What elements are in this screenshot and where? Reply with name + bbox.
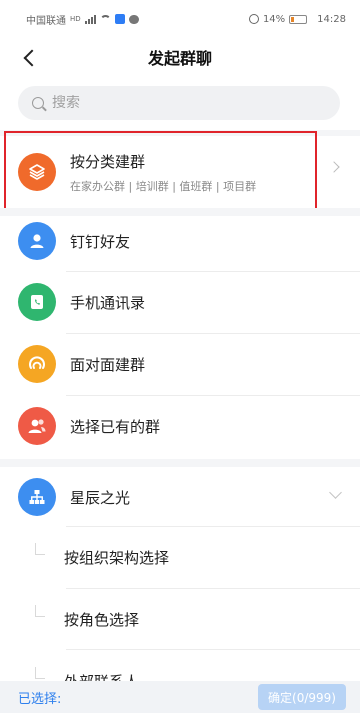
divider	[66, 649, 360, 650]
back-button[interactable]	[14, 43, 44, 73]
option-existing-group[interactable]: 选择已有的群	[0, 397, 360, 455]
signal-icon	[84, 14, 96, 24]
sub-item-label: 按组织架构选择	[64, 548, 170, 567]
option-label: 选择已有的群	[70, 417, 161, 436]
app-notification-icon	[114, 14, 125, 24]
group-icon	[18, 407, 56, 445]
option-label: 手机通讯录	[70, 293, 146, 312]
search-input[interactable]	[52, 95, 312, 111]
footer-bar: 已选择: 确定(0/999)	[0, 681, 360, 713]
sub-item-label: 按角色选择	[64, 610, 140, 629]
section-gap	[0, 459, 360, 467]
option-phone-contacts[interactable]: 手机通讯录	[0, 273, 360, 331]
org-tree-icon	[18, 478, 56, 516]
chevron-right-icon	[328, 161, 340, 173]
nearby-icon	[18, 345, 56, 383]
chevron-down-icon[interactable]	[329, 486, 342, 499]
hd-badge: HD	[70, 15, 81, 23]
message-notification-icon	[128, 14, 139, 24]
option-label: 面对面建群	[70, 355, 146, 374]
divider	[66, 271, 360, 272]
organization-row[interactable]: 星辰之光	[0, 468, 360, 526]
status-time: 14:28	[317, 13, 346, 25]
option-label: 钉钉好友	[70, 232, 131, 251]
section-gap	[0, 130, 360, 136]
category-group-title: 按分类建群	[70, 152, 146, 171]
category-group-subtitle: 在家办公群 | 培训群 | 值班群 | 项目群	[70, 179, 257, 193]
status-right: 14% 14:28	[248, 13, 346, 25]
confirm-button[interactable]: 确定(0/999)	[258, 684, 346, 710]
back-arrow-icon	[23, 49, 41, 67]
page-title: 发起群聊	[147, 49, 212, 68]
carrier-label: 中国联通	[26, 15, 66, 27]
option-dingtalk-friends[interactable]: 钉钉好友	[0, 212, 360, 270]
layers-icon	[18, 153, 56, 191]
sub-item-role[interactable]: 按角色选择	[0, 589, 360, 649]
option-face-to-face[interactable]: 面对面建群	[0, 335, 360, 393]
category-group-text: 按分类建群 在家办公群 | 培训群 | 值班群 | 项目群	[70, 151, 256, 194]
organization-name: 星辰之光	[70, 488, 131, 507]
person-icon	[18, 222, 56, 260]
status-left: 中国联通 HD	[26, 12, 139, 27]
divider	[66, 333, 360, 334]
tree-connector	[35, 543, 45, 555]
phone-book-icon	[18, 283, 56, 321]
divider	[66, 395, 360, 396]
sub-item-org-structure[interactable]: 按组织架构选择	[0, 527, 360, 587]
tree-connector	[35, 605, 45, 617]
status-bar: 中国联通 HD 14% 14:28	[0, 0, 360, 38]
search-icon	[32, 97, 44, 109]
search-bar[interactable]	[18, 86, 340, 120]
battery-icon	[289, 14, 308, 24]
battery-percent: 14%	[262, 13, 286, 25]
selected-label[interactable]: 已选择:	[18, 688, 61, 707]
nav-bar: 发起群聊	[0, 38, 360, 76]
wifi-icon	[99, 15, 111, 23]
category-group-row[interactable]: 按分类建群 在家办公群 | 培训群 | 值班群 | 项目群	[0, 141, 360, 203]
tree-connector	[35, 667, 45, 679]
alarm-icon	[248, 14, 259, 24]
